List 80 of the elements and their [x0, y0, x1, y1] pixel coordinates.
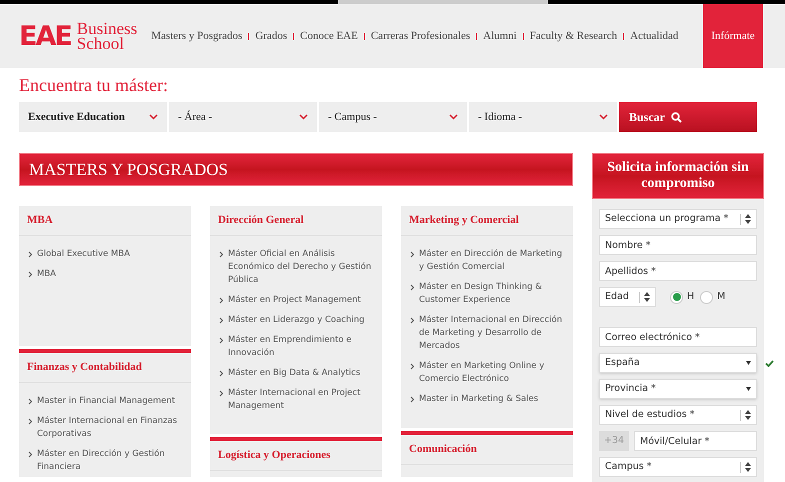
chevron-right-icon	[219, 370, 224, 377]
program-link[interactable]: Máster en Marketing Online y Comercio Electrónico	[410, 360, 564, 386]
chevron-down-icon	[599, 114, 608, 120]
chevron-down-icon	[149, 114, 158, 120]
program-link[interactable]: Máster en Dirección y Gestión Financiera	[28, 448, 182, 474]
chevron-right-icon	[410, 396, 415, 403]
chevron-right-icon	[410, 363, 415, 370]
category-title[interactable]: Logística y Operaciones	[218, 447, 330, 464]
spinner-arrows-icon	[745, 214, 751, 224]
text-field[interactable]: Apellidos *	[599, 261, 757, 281]
chevron-right-icon	[410, 284, 415, 291]
finder-title: Encuentra tu máster:	[19, 74, 169, 97]
program-link[interactable]: Máster en Liderazgo y Coaching	[219, 314, 373, 327]
spinner-arrows-icon	[644, 292, 650, 302]
category-title[interactable]: Marketing y Comercial	[409, 212, 519, 229]
select-field[interactable]: Selecciona un programa *	[599, 209, 757, 229]
radio-button[interactable]	[670, 290, 683, 304]
select-field[interactable]: Campus *	[599, 457, 757, 477]
category-title[interactable]: Finanzas y Contabilidad	[27, 359, 142, 376]
chevron-right-icon	[28, 418, 33, 425]
chevron-right-icon	[28, 251, 33, 258]
program-link[interactable]: Master in Financial Management	[28, 395, 182, 408]
chevron-right-icon	[28, 451, 33, 458]
radio-label: H	[687, 290, 694, 304]
filter-dropdown[interactable]: - Campus -	[319, 102, 467, 132]
search-icon	[671, 112, 682, 122]
chevron-right-icon	[219, 297, 224, 304]
program-link[interactable]: Máster en Emprendimiento e Innovación	[219, 334, 373, 360]
text-field[interactable]: Nombre *	[599, 235, 757, 255]
nav-link[interactable]: Carreras Profesionales	[370, 28, 470, 44]
chevron-down-icon	[449, 114, 458, 120]
program-link[interactable]: Máster en Dirección de Marketing y Gestión Comercial	[410, 248, 564, 274]
select-field[interactable]: España	[599, 353, 757, 373]
program-link[interactable]: Master in Marketing & Sales	[410, 393, 564, 406]
nav-link[interactable]: Grados	[255, 28, 288, 44]
program-link[interactable]: Máster Internacional en Project Management	[219, 387, 373, 413]
form-title-bar: Solicita información sin compromiso	[592, 153, 764, 199]
text-field[interactable]: Correo electrónico *	[599, 327, 757, 347]
nav-link[interactable]: Faculty & Research	[530, 28, 618, 44]
chevron-right-icon	[219, 317, 224, 324]
nav-link[interactable]: Alumni	[483, 28, 517, 44]
chevron-right-icon	[219, 251, 224, 258]
age-select[interactable]: Edad	[599, 287, 656, 307]
program-link[interactable]: MBA	[28, 268, 182, 281]
chevron-down-icon	[299, 114, 308, 120]
section-title-bar: MASTERS Y POSGRADOS	[19, 153, 573, 186]
category-title[interactable]: Comunicación	[409, 441, 477, 458]
category-title[interactable]: MBA	[27, 212, 53, 229]
radio-label: M	[717, 290, 726, 304]
select-field[interactable]: Provincia *	[599, 379, 757, 399]
radio-button[interactable]	[700, 290, 714, 304]
category-title[interactable]: Dirección General	[218, 212, 304, 229]
filter-dropdown[interactable]: - Área -	[169, 102, 317, 132]
dropdown-arrow-icon	[746, 361, 751, 365]
chevron-right-icon	[219, 390, 224, 397]
phone-prefix: +34	[599, 431, 629, 451]
spinner-arrows-icon	[745, 462, 751, 472]
chevron-right-icon	[410, 251, 415, 258]
program-link[interactable]: Máster en Big Data & Analytics	[219, 367, 373, 380]
search-button[interactable]: Buscar	[619, 102, 757, 132]
informate-button[interactable]: Infórmate	[703, 4, 763, 68]
program-link[interactable]: Máster Oficial en Análisis Económico del Derecho y Gestión Pública	[219, 248, 373, 287]
program-link[interactable]: Máster Internacional en Dirección de Marketing y Desarrollo de Mercados	[410, 314, 564, 353]
program-link[interactable]: Máster en Design Thinking & Customer Experience	[410, 281, 564, 307]
program-link[interactable]: Máster en Project Management	[219, 294, 373, 307]
nav-link[interactable]: Actualidad	[630, 28, 678, 44]
phone-field[interactable]: Móvil/Celular *	[634, 431, 757, 451]
chevron-right-icon	[219, 337, 224, 344]
dropdown-arrow-icon	[746, 387, 751, 391]
nav-link[interactable]: Masters y Posgrados	[151, 28, 242, 44]
program-link[interactable]: Máster Internacional en Finanzas Corporativas	[28, 415, 182, 441]
chevron-right-icon	[28, 398, 33, 405]
spinner-arrows-icon	[745, 410, 751, 420]
nav-link[interactable]: Conoce EAE	[300, 28, 358, 44]
chevron-right-icon	[410, 317, 415, 324]
chevron-right-icon	[28, 271, 33, 278]
filter-dropdown[interactable]: Executive Education	[19, 102, 167, 132]
select-field[interactable]: Nivel de estudios *	[599, 405, 757, 425]
filter-dropdown[interactable]: - Idioma -	[469, 102, 617, 132]
program-link[interactable]: Global Executive MBA	[28, 248, 182, 261]
